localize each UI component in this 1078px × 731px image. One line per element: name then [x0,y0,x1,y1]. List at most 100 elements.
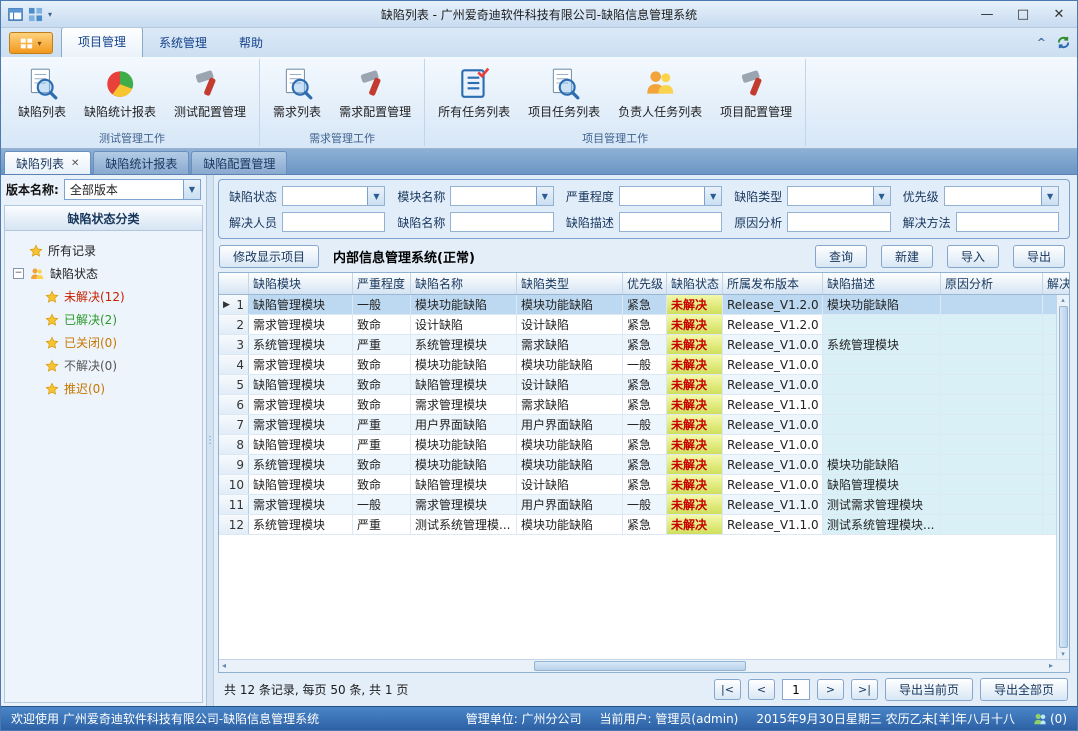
table-cell: 缺陷管理模块 [249,375,353,394]
table-cell: 致命 [353,455,411,474]
tree-item[interactable]: 不解决(0) [7,354,200,377]
column-header[interactable]: 缺陷描述 [823,273,941,294]
last-page-button[interactable]: >| [851,679,878,700]
query-button[interactable]: 查询 [815,245,867,268]
collapse-expander-icon[interactable]: − [13,268,24,279]
version-select[interactable]: 全部版本 ▼ [64,179,201,200]
table-cell: 紧急 [623,375,667,394]
document-tab[interactable]: 缺陷统计报表 [93,151,189,174]
table-row[interactable]: 12系统管理模块严重测试系统管理模...模块功能缺陷紧急未解决Release_V… [219,515,1069,535]
vertical-scrollbar[interactable]: ▴ ▾ [1056,295,1069,659]
person-icon [1033,712,1047,726]
view-switch-icon[interactable] [28,7,43,22]
table-cell: 缺陷管理模块 [249,295,353,314]
column-header[interactable] [219,273,249,294]
table-cell: Release_V1.0.0 [723,375,823,394]
horizontal-scroll-thumb[interactable] [534,661,747,671]
scroll-right-icon[interactable]: ▸ [1049,661,1053,670]
window-layout-icon[interactable] [8,7,23,22]
page-number-input[interactable] [782,679,810,700]
table-row[interactable]: 11需求管理模块一般需求管理模块用户界面缺陷一般未解决Release_V1.1.… [219,495,1069,515]
sync-icon[interactable] [1056,35,1071,50]
column-header[interactable]: 原因分析 [941,273,1043,294]
tree-item[interactable]: 已解决(2) [7,308,200,331]
first-page-button[interactable]: |< [714,679,741,700]
ribbon-button[interactable]: 需求配置管理 [332,62,418,124]
ribbon-tab[interactable]: 帮助 [223,29,279,57]
column-header[interactable]: 缺陷模块 [249,273,353,294]
ribbon-button[interactable]: 项目任务列表 [521,62,607,124]
table-row[interactable]: 9系统管理模块致命模块功能缺陷模块功能缺陷紧急未解决Release_V1.0.0… [219,455,1069,475]
new-button[interactable]: 新建 [881,245,933,268]
table-row[interactable]: 4需求管理模块致命模块功能缺陷模块功能缺陷一般未解决Release_V1.0.0 [219,355,1069,375]
filter-input[interactable] [282,212,385,232]
column-header[interactable]: 严重程度 [353,273,411,294]
ribbon-button[interactable]: 需求列表 [266,62,328,124]
table-row[interactable]: 8缺陷管理模块严重模块功能缺陷模块功能缺陷紧急未解决Release_V1.0.0 [219,435,1069,455]
column-header[interactable]: 缺陷状态 [667,273,723,294]
column-header[interactable]: 优先级 [623,273,667,294]
tree-item[interactable]: −缺陷状态 [7,262,200,285]
ribbon-button[interactable]: 负责人任务列表 [611,62,709,124]
sidebar-splitter[interactable]: ⋮ [207,175,214,706]
ribbon-button[interactable]: 项目配置管理 [713,62,799,124]
minimize-button[interactable]: — [969,1,1005,27]
application-menu-button[interactable]: ▾ [9,32,53,54]
table-row[interactable]: 7需求管理模块严重用户界面缺陷用户界面缺陷一般未解决Release_V1.0.0 [219,415,1069,435]
tree-item[interactable]: 已关闭(0) [7,331,200,354]
filter-input[interactable] [450,212,553,232]
table-cell: 紧急 [623,435,667,454]
filter-select[interactable]: ▼ [282,186,385,206]
scroll-down-icon[interactable]: ▾ [1061,650,1065,658]
ribbon-button[interactable]: 缺陷列表 [11,62,73,124]
column-header[interactable]: 缺陷类型 [517,273,623,294]
filter-select[interactable]: ▼ [619,186,722,206]
table-row[interactable]: 10缺陷管理模块致命缺陷管理模块设计缺陷紧急未解决Release_V1.0.0缺… [219,475,1069,495]
chevron-down-icon[interactable]: ▾ [48,10,52,19]
prev-page-button[interactable]: < [748,679,775,700]
filter-input[interactable] [956,212,1059,232]
ribbon-button-label: 需求列表 [273,103,321,120]
ribbon-button[interactable]: 所有任务列表 [431,62,517,124]
column-header[interactable]: 所属发布版本 [723,273,823,294]
scroll-up-icon[interactable]: ▴ [1061,296,1065,304]
table-row[interactable]: ▶1缺陷管理模块一般模块功能缺陷模块功能缺陷紧急未解决Release_V1.2.… [219,295,1069,315]
scroll-left-icon[interactable]: ◂ [222,661,226,670]
table-row[interactable]: 3系统管理模块严重系统管理模块需求缺陷紧急未解决Release_V1.0.0系统… [219,335,1069,355]
filter-input[interactable] [787,212,890,232]
ribbon-button[interactable]: 缺陷统计报表 [77,62,163,124]
table-row[interactable]: 5缺陷管理模块致命缺陷管理模块设计缺陷紧急未解决Release_V1.0.0 [219,375,1069,395]
ribbon-tab[interactable]: 系统管理 [143,29,223,57]
table-cell [823,375,941,394]
collapse-ribbon-icon[interactable]: ^ [1037,36,1046,49]
import-button[interactable]: 导入 [947,245,999,268]
tree-item-label: 未解决(12) [64,288,125,305]
modify-display-columns-button[interactable]: 修改显示项目 [219,245,319,268]
filter-select[interactable]: ▼ [450,186,553,206]
close-icon[interactable]: ✕ [71,158,79,169]
next-page-button[interactable]: > [817,679,844,700]
table-row[interactable]: 2需求管理模块致命设计缺陷设计缺陷紧急未解决Release_V1.2.0 [219,315,1069,335]
close-button[interactable]: ✕ [1041,1,1077,27]
filter-select[interactable]: ▼ [944,186,1059,206]
document-tab[interactable]: 缺陷列表✕ [4,151,91,174]
column-header[interactable]: 缺陷名称 [411,273,517,294]
column-header[interactable]: 解决方法 [1043,273,1069,294]
tree-item[interactable]: 推迟(0) [7,377,200,400]
maximize-button[interactable]: □ [1005,1,1041,27]
ribbon-button[interactable]: 测试配置管理 [167,62,253,124]
filter-select[interactable]: ▼ [787,186,890,206]
vertical-scroll-thumb[interactable] [1059,306,1068,648]
document-tab[interactable]: 缺陷配置管理 [191,151,287,174]
export-current-page-button[interactable]: 导出当前页 [885,678,973,701]
filter-label: 缺陷状态 [229,188,277,205]
table-cell: Release_V1.1.0 [723,515,823,534]
tree-item[interactable]: 未解决(12) [7,285,200,308]
filter-input[interactable] [619,212,722,232]
ribbon-tab[interactable]: 项目管理 [61,27,143,57]
export-button[interactable]: 导出 [1013,245,1065,268]
tree-item[interactable]: 所有记录 [7,239,200,262]
export-all-pages-button[interactable]: 导出全部页 [980,678,1068,701]
horizontal-scrollbar[interactable]: ◂ ▸ [219,659,1069,672]
table-row[interactable]: 6需求管理模块致命需求管理模块需求缺陷紧急未解决Release_V1.1.0 [219,395,1069,415]
